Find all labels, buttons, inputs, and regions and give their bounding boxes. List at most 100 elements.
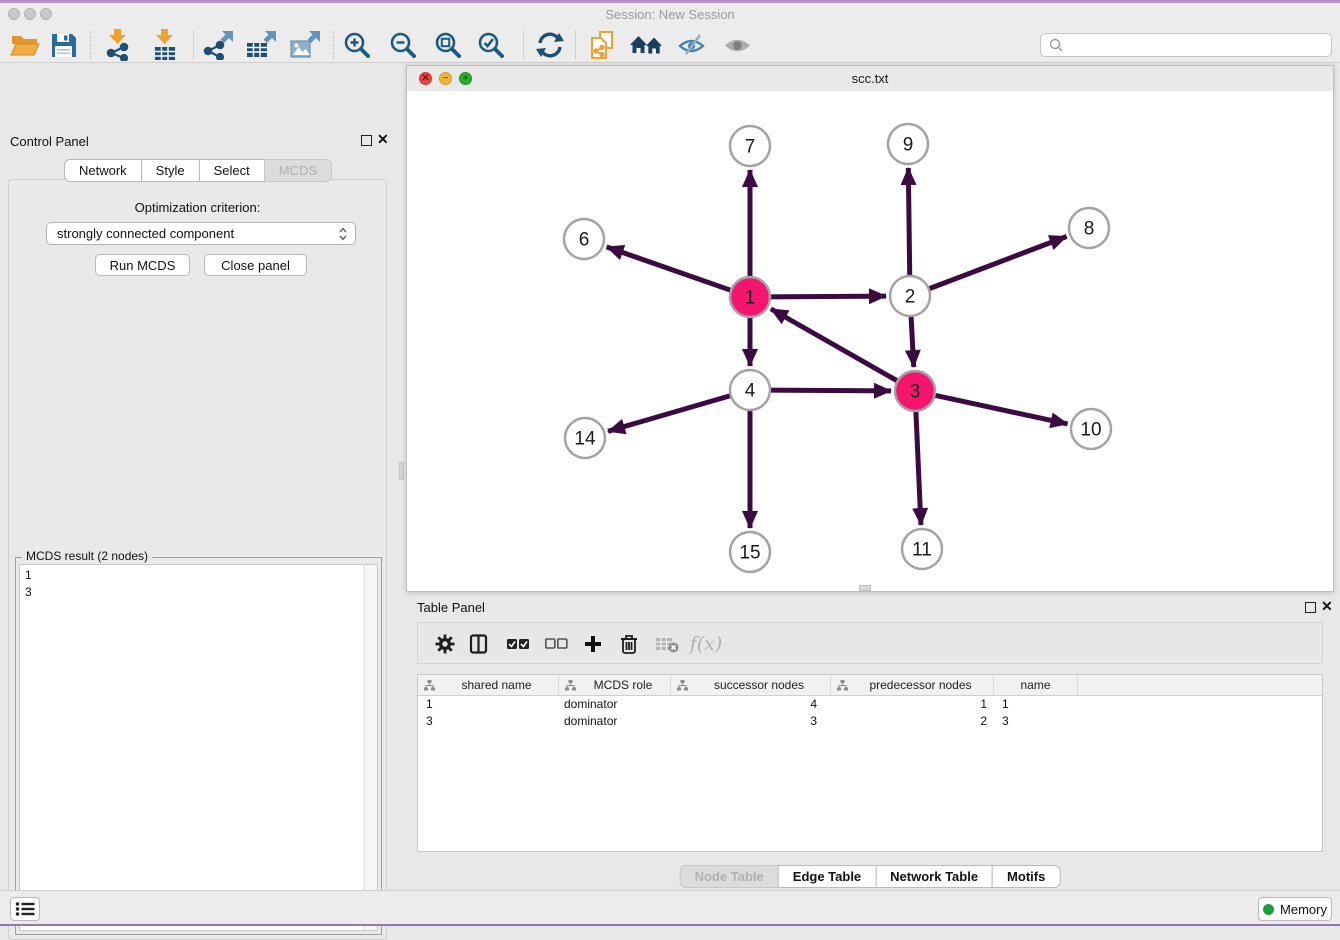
desktop-edge-top bbox=[0, 0, 1340, 3]
export-network-button[interactable] bbox=[199, 29, 237, 61]
global-search-box[interactable] bbox=[1040, 33, 1332, 57]
houses-icon bbox=[629, 32, 665, 58]
save-session-button[interactable] bbox=[44, 29, 82, 61]
graph-edge-2-3[interactable] bbox=[911, 314, 914, 367]
criterion-dropdown-value: strongly connected component bbox=[47, 226, 338, 241]
tab-style[interactable]: Style bbox=[141, 159, 200, 182]
clone-network-icon bbox=[589, 30, 619, 60]
column-view-button[interactable] bbox=[466, 631, 492, 657]
column-header-predecessor-nodes[interactable]: predecessor nodes bbox=[831, 675, 994, 695]
column-header-mcds-role[interactable]: MCDS role bbox=[559, 675, 671, 695]
graph-edge-1-6[interactable] bbox=[607, 247, 733, 291]
tab-network[interactable]: Network bbox=[64, 159, 142, 182]
network-canvas[interactable]: 1234678910111415 bbox=[407, 91, 1333, 591]
table-toolbar: f(x) bbox=[417, 622, 1323, 664]
control-panel-float-button[interactable] bbox=[361, 135, 372, 146]
tab-motifs[interactable]: Motifs bbox=[992, 865, 1060, 888]
column-header-successor-nodes[interactable]: successor nodes bbox=[671, 675, 831, 695]
graph-edge-4-3[interactable] bbox=[768, 390, 891, 391]
main-toolbar bbox=[0, 28, 1340, 63]
tab-network-table[interactable]: Network Table bbox=[875, 865, 993, 888]
toolbar-divider bbox=[193, 31, 194, 59]
column-type-icon bbox=[677, 680, 688, 691]
export-table-button[interactable] bbox=[242, 29, 280, 61]
delete-column-button[interactable] bbox=[616, 631, 642, 657]
network-window-titlebar[interactable]: ✕ − + scc.txt bbox=[407, 66, 1333, 92]
open-folder-icon bbox=[10, 32, 40, 58]
tab-node-table[interactable]: Node Table bbox=[680, 865, 779, 888]
run-mcds-button[interactable]: Run MCDS bbox=[95, 254, 190, 276]
zoom-selected-button[interactable] bbox=[472, 29, 510, 61]
app-titlebar: Session: New Session bbox=[0, 0, 1340, 29]
cell-predecessor-nodes: 2 bbox=[831, 713, 994, 730]
mcds-panel: Optimization criterion: strongly connect… bbox=[8, 179, 387, 940]
import-network-button[interactable] bbox=[99, 29, 137, 61]
zoom-out-button[interactable] bbox=[384, 29, 422, 61]
table-panel-float-button[interactable] bbox=[1305, 602, 1316, 613]
result-line: 1 bbox=[25, 567, 32, 584]
show-networks-button[interactable] bbox=[628, 29, 666, 61]
graph-edge-2-9[interactable] bbox=[908, 168, 909, 278]
graph-edge-2-8[interactable] bbox=[927, 237, 1067, 290]
mcds-result-list[interactable]: 1 3 bbox=[19, 564, 378, 931]
zoom-selected-icon bbox=[476, 30, 506, 60]
graph-edge-1-2[interactable] bbox=[768, 296, 886, 297]
task-history-button[interactable] bbox=[10, 897, 40, 921]
export-image-icon bbox=[289, 30, 321, 60]
zoom-fit-button[interactable] bbox=[429, 29, 467, 61]
search-icon bbox=[1048, 37, 1064, 53]
mcds-result-title: MCDS result (2 nodes) bbox=[22, 549, 152, 563]
open-session-button[interactable] bbox=[6, 29, 44, 61]
zoom-in-icon bbox=[342, 30, 372, 60]
import-table-button[interactable] bbox=[146, 29, 184, 61]
split-pane-handle[interactable] bbox=[399, 462, 404, 480]
refresh-icon bbox=[536, 31, 564, 59]
table-row[interactable]: 1 dominator 4 1 1 bbox=[418, 696, 1322, 713]
column-header-shared-name[interactable]: shared name bbox=[418, 675, 559, 695]
table-options-button[interactable] bbox=[432, 631, 458, 657]
graph-edge-3-1[interactable] bbox=[771, 309, 900, 382]
table-panel-close-button[interactable]: ✕ bbox=[1321, 600, 1333, 612]
tab-edge-table[interactable]: Edge Table bbox=[778, 865, 876, 888]
graph-node-label: 9 bbox=[903, 135, 914, 156]
split-pane-expand-handle[interactable] bbox=[859, 585, 871, 591]
node-table[interactable]: shared name MCDS role successor nodes bbox=[417, 674, 1323, 852]
hide-graphics-eye-icon bbox=[678, 32, 705, 58]
hide-graphics-button[interactable] bbox=[672, 29, 710, 61]
memory-status-dot bbox=[1263, 904, 1274, 915]
show-graphics-button[interactable] bbox=[718, 29, 756, 61]
select-all-button[interactable] bbox=[504, 631, 534, 657]
table-tabs: Node Table Edge Table Network Table Moti… bbox=[680, 865, 1061, 888]
graph-edge-3-11[interactable] bbox=[916, 409, 921, 525]
tab-select[interactable]: Select bbox=[199, 159, 265, 182]
graph-edge-4-14[interactable] bbox=[608, 395, 733, 431]
table-panel-title: Table Panel bbox=[417, 600, 485, 615]
table-row[interactable]: 3 dominator 3 2 3 bbox=[418, 713, 1322, 730]
column-header-name[interactable]: name bbox=[994, 675, 1078, 695]
graph-node-label: 4 bbox=[745, 381, 756, 402]
zoom-in-button[interactable] bbox=[338, 29, 376, 61]
close-panel-button[interactable]: Close panel bbox=[204, 254, 307, 276]
add-column-button[interactable] bbox=[580, 631, 606, 657]
criterion-dropdown[interactable]: strongly connected component bbox=[46, 222, 356, 245]
export-table-icon bbox=[245, 30, 277, 60]
clone-network-button[interactable] bbox=[585, 29, 623, 61]
refresh-button[interactable] bbox=[531, 29, 569, 61]
cell-shared-name: 1 bbox=[418, 696, 559, 713]
control-panel-close-button[interactable]: ✕ bbox=[377, 133, 389, 145]
export-image-button[interactable] bbox=[286, 29, 324, 61]
search-input[interactable] bbox=[1064, 38, 1331, 52]
graph-edge-3-10[interactable] bbox=[933, 395, 1068, 424]
graph-node-label: 15 bbox=[739, 543, 760, 564]
delete-table-button[interactable] bbox=[652, 631, 682, 657]
network-window-title: scc.txt bbox=[407, 71, 1333, 86]
tab-mcds[interactable]: MCDS bbox=[264, 159, 332, 182]
result-line: 3 bbox=[25, 584, 32, 601]
table-panel: Table Panel ✕ bbox=[406, 597, 1334, 888]
function-builder-button[interactable]: f(x) bbox=[688, 631, 724, 657]
result-scrollbar[interactable] bbox=[364, 565, 377, 930]
memory-button[interactable]: Memory bbox=[1258, 897, 1332, 921]
unselect-all-button[interactable] bbox=[542, 631, 572, 657]
graph-node-label: 11 bbox=[912, 540, 932, 561]
fx-icon: f(x) bbox=[690, 633, 723, 655]
